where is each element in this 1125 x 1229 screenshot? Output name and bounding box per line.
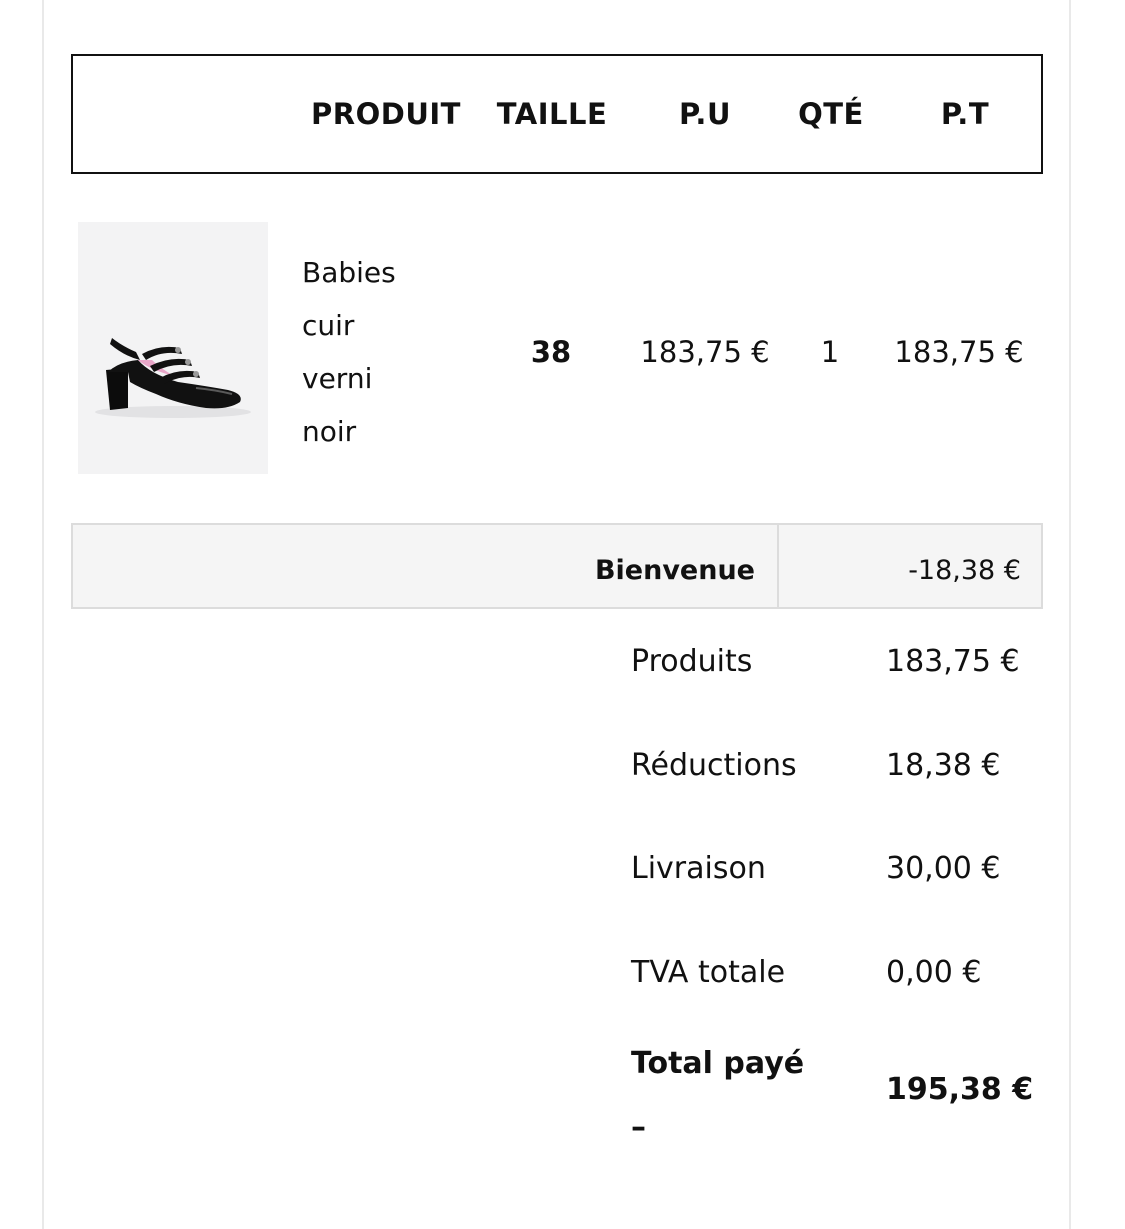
products-value: 183,75 € [886,644,1020,679]
column-header-product: PRODUIT [311,97,461,131]
shoe-icon [95,338,251,418]
total-dash: – [631,1110,646,1145]
product-total-price: 183,75 € [894,335,1024,369]
product-quantity: 1 [820,335,840,369]
total-label: Total payé [631,1046,805,1081]
discount-row: Bienvenue -18,38 € [71,523,1043,609]
product-name-line: cuir [302,309,355,342]
discount-label: Bienvenue [594,555,755,586]
product-name: Babies cuir verni noir [302,246,472,458]
discount-value: -18,38 € [908,555,1021,586]
total-value: 195,38 € [886,1072,1034,1107]
column-header-quantity: QTÉ [798,97,864,131]
table-header: PRODUIT TAILLE P.U QTÉ P.T [71,54,1043,174]
product-name-line: verni [302,362,373,395]
product-name-line: Babies [302,256,396,289]
column-header-unit-price: P.U [679,97,731,131]
column-header-total-price: P.T [940,97,990,131]
vat-label: TVA totale [631,955,786,990]
product-unit-price: 183,75 € [640,335,770,369]
reductions-value: 18,38 € [886,748,1001,783]
product-size: 38 [530,335,572,369]
product-image[interactable] [78,222,268,474]
order-summary-page: PRODUIT TAILLE P.U QTÉ P.T Babies cuir v… [0,0,1125,1229]
shipping-value: 30,00 € [886,851,1001,886]
reductions-label: Réductions [631,748,797,783]
left-divider [42,0,44,1229]
product-name-line: noir [302,415,357,448]
shipping-label: Livraison [631,851,766,886]
right-divider [1069,0,1071,1229]
column-header-size: TAILLE [496,97,608,131]
discount-divider [777,525,779,607]
products-label: Produits [631,644,753,679]
vat-value: 0,00 € [886,955,982,990]
